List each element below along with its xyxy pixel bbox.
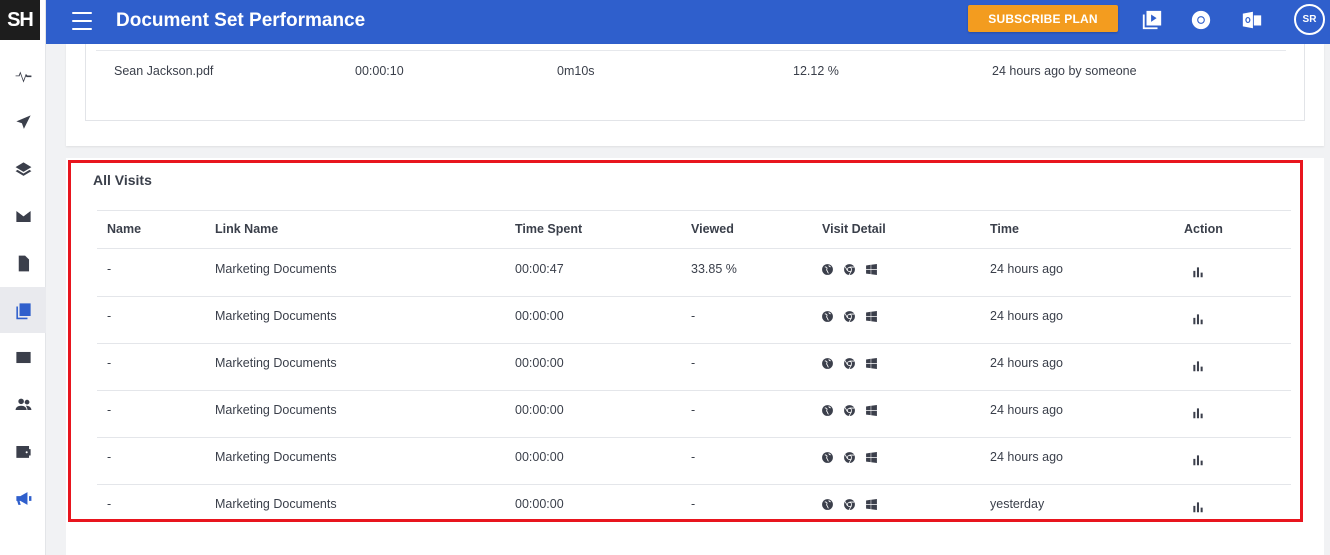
mail-icon [15, 210, 31, 222]
sidebar-item-layers[interactable] [0, 146, 46, 192]
megaphone-icon [15, 491, 31, 505]
subscribe-plan-button[interactable]: SUBSCRIBE PLAN [968, 5, 1118, 32]
video-playlist-icon [1142, 10, 1162, 30]
top-bar: Document Set Performance SUBSCRIBE PLAN … [46, 0, 1330, 44]
send-icon [15, 114, 31, 129]
logo[interactable]: SH [0, 0, 40, 40]
document-performance-card: Sean Jackson.pdf 00:00:10 0m10s 12.12 % … [66, 44, 1324, 146]
page-bottom [66, 522, 1324, 555]
sidebar-item-document-sets[interactable] [0, 287, 46, 333]
sidebar-item-messages[interactable] [0, 334, 46, 380]
mail-icon [15, 351, 31, 363]
wallet-icon [15, 445, 31, 458]
page-title: Document Set Performance [116, 10, 366, 31]
video-tutorial-button[interactable] [1140, 8, 1164, 32]
document-last-updated: 24 hours ago by someone [992, 64, 1137, 78]
people-icon [15, 398, 31, 410]
document-viewed: 12.12 % [793, 64, 839, 78]
document-set-icon [15, 302, 31, 319]
highlight-box [68, 160, 1303, 522]
sidebar-item-wallet[interactable] [0, 428, 46, 474]
sidebar: SH [0, 0, 46, 555]
activity-icon [15, 71, 31, 83]
document-icon [18, 255, 29, 271]
sidebar-item-people[interactable] [0, 381, 46, 427]
sidebar-item-documents[interactable] [0, 240, 46, 286]
layers-icon [15, 161, 31, 176]
chrome-extension-button[interactable] [1189, 8, 1213, 32]
document-duration: 0m10s [557, 64, 595, 78]
user-avatar[interactable]: SR [1294, 4, 1325, 35]
document-name: Sean Jackson.pdf [114, 64, 214, 78]
sidebar-item-inbox[interactable] [0, 193, 46, 239]
document-time-spent: 00:00:10 [355, 64, 404, 78]
outlook-addin-button[interactable] [1240, 8, 1264, 32]
chrome-icon [1191, 10, 1211, 30]
documents-table: Sean Jackson.pdf 00:00:10 0m10s 12.12 % … [85, 44, 1305, 121]
sidebar-item-activity[interactable] [0, 52, 46, 98]
outlook-icon [1242, 11, 1262, 29]
sidebar-item-campaigns[interactable] [0, 475, 46, 521]
sidebar-item-send[interactable] [0, 99, 46, 145]
hamburger-menu-button[interactable] [72, 12, 92, 30]
